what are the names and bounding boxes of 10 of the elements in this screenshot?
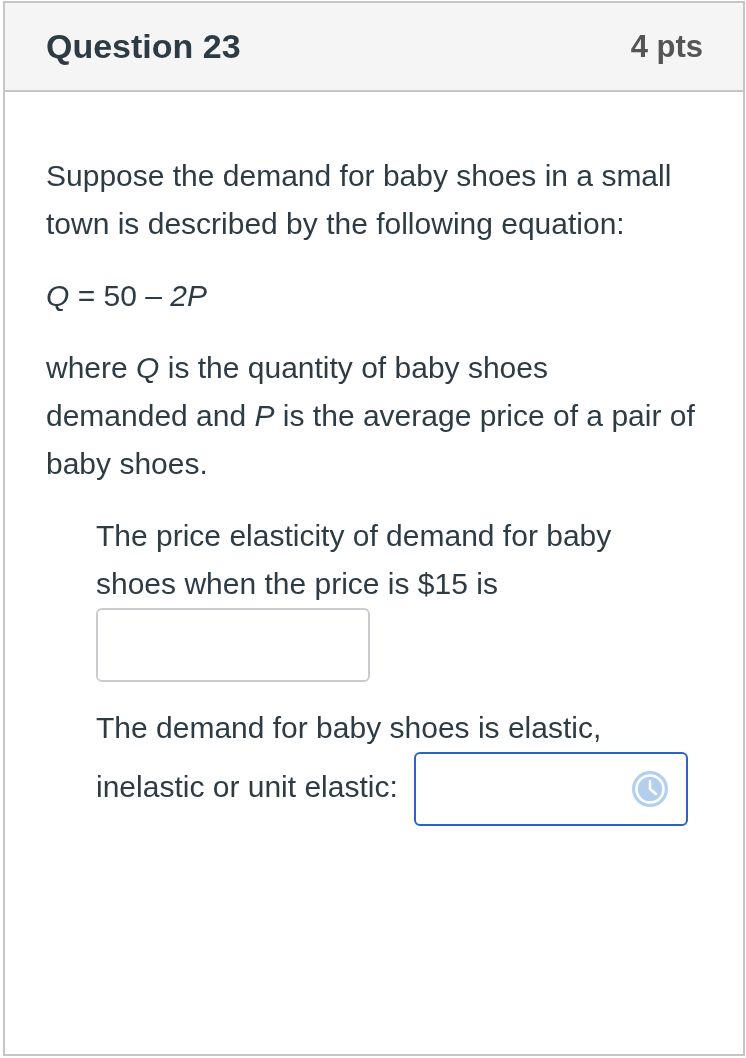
question-prompt: The demand for baby shoes is elastic, inelastic or unit elastic:: [96, 711, 602, 803]
question-text: where Q is the quantity of baby shoes demanded and P is the average price of a pair of baby shoes.: [46, 350, 695, 482]
points-label: 4 pts: [630, 28, 703, 65]
clock-icon: [631, 771, 668, 807]
answer-field[interactable]: [96, 608, 370, 682]
question-title: Question 23: [46, 27, 241, 66]
question-text: Q = 50 – 2P: [46, 278, 208, 314]
question-prompt: The price elasticity of demand for baby shoes when the price is $15 is: [96, 518, 613, 602]
answer-dropdown[interactable]: [413, 752, 688, 826]
question-text: Suppose the demand for baby shoes in a small town is described by the following equation:: [46, 158, 673, 242]
